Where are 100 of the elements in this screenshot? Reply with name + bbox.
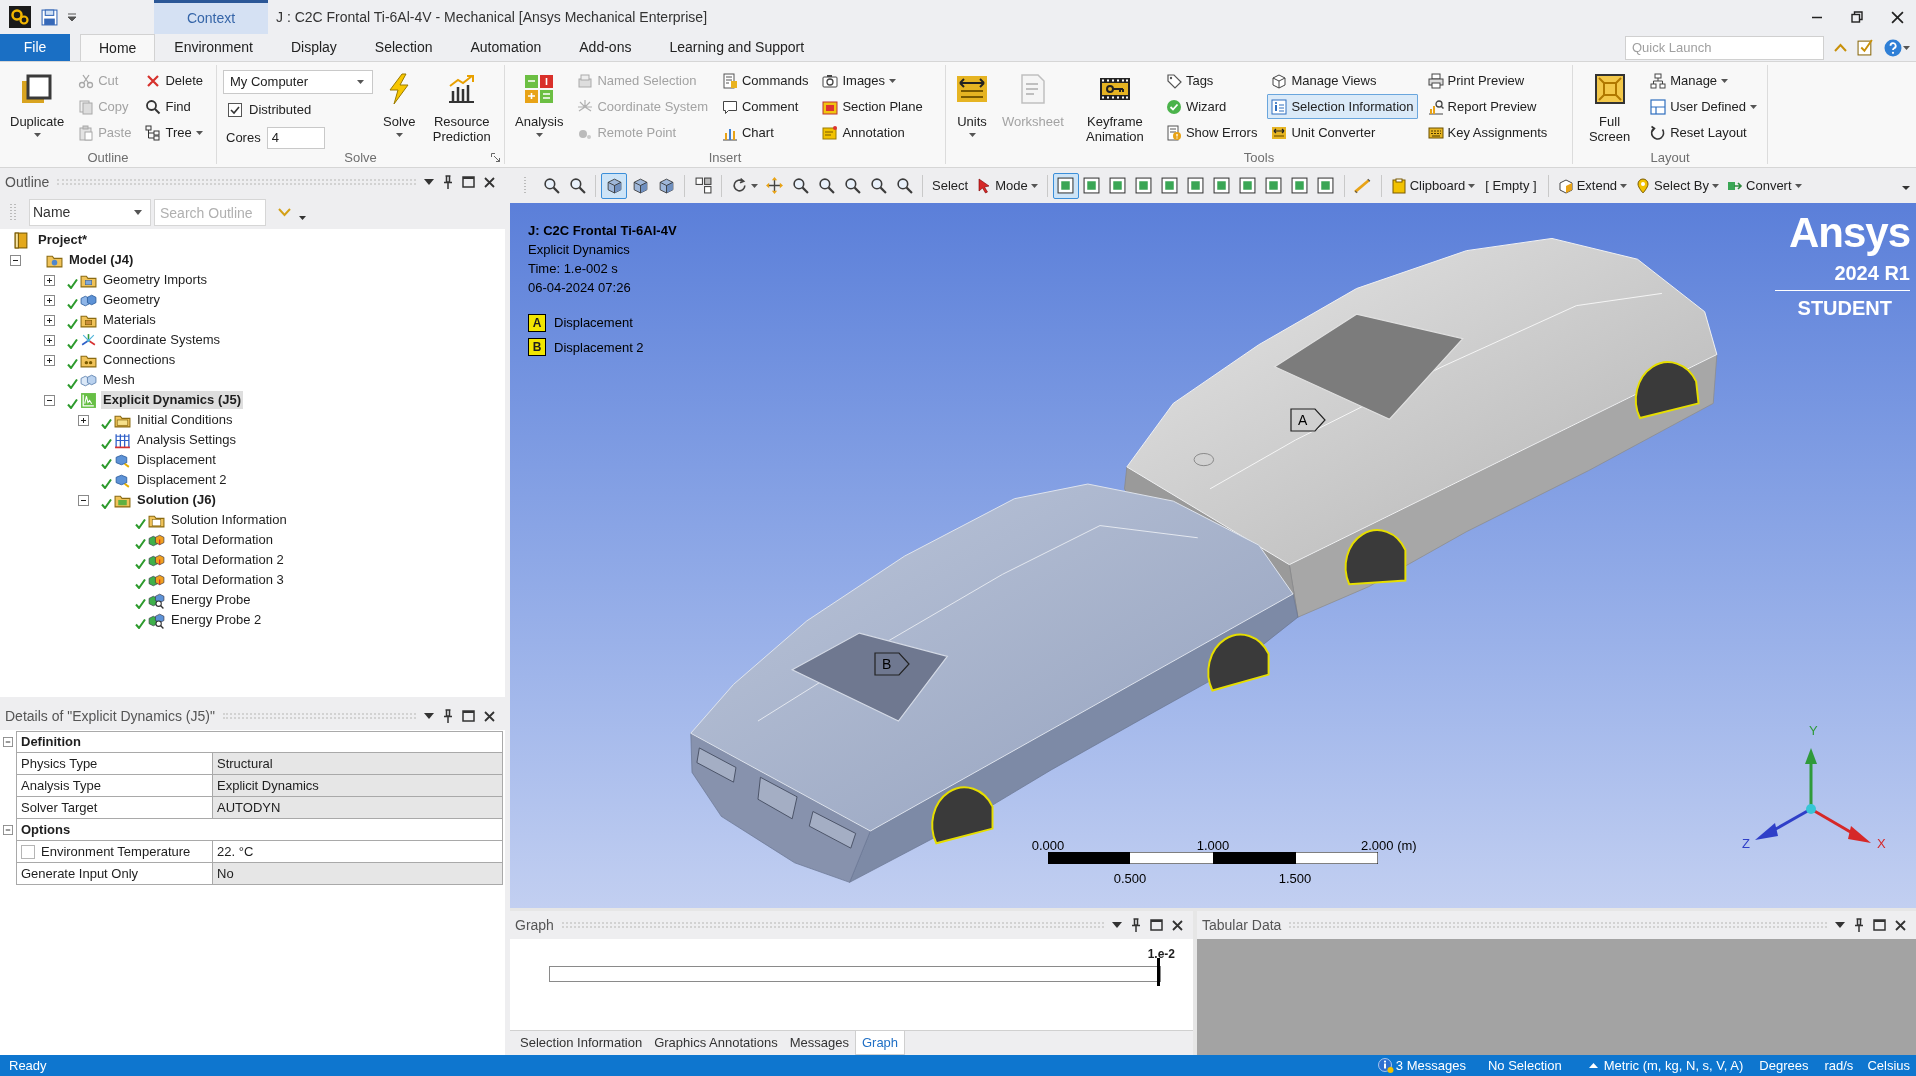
ribbon-tab[interactable]: Automation xyxy=(451,34,561,61)
maximize-icon[interactable] xyxy=(1873,919,1886,931)
panel-tab[interactable]: Messages xyxy=(783,1031,855,1055)
tree-item[interactable]: Explicit Dynamics (J5) xyxy=(101,391,243,409)
ribbon-tab[interactable]: Display xyxy=(271,34,356,61)
maximize-icon[interactable] xyxy=(462,710,475,722)
close-icon[interactable] xyxy=(484,176,495,188)
selection-filter-button[interactable] xyxy=(1052,172,1079,199)
tree-item[interactable]: Displacement xyxy=(135,451,218,469)
close-icon[interactable] xyxy=(1172,919,1183,931)
collapse-icon[interactable] xyxy=(10,254,21,266)
expand-icon[interactable] xyxy=(44,334,55,346)
tree-item[interactable]: Total Deformation 3 xyxy=(169,571,286,589)
timeline-handle[interactable] xyxy=(1157,958,1160,986)
tree-item[interactable]: Mesh xyxy=(101,371,137,389)
solver-select[interactable]: My Computer xyxy=(223,69,373,94)
unit-converter-button[interactable]: Unit Converter xyxy=(1267,120,1418,145)
ribbon-tab[interactable]: Home xyxy=(80,34,156,61)
sort-field-select[interactable]: Name xyxy=(29,199,151,226)
expand-icon[interactable] xyxy=(78,414,89,426)
tree-item[interactable]: Initial Conditions xyxy=(135,411,235,429)
cores-field[interactable]: 4 xyxy=(266,126,325,149)
tree-item[interactable]: Energy Probe 2 xyxy=(169,611,264,629)
restore-icon[interactable] xyxy=(1851,11,1863,23)
save-icon[interactable] xyxy=(41,8,58,26)
tree-item[interactable]: Energy Probe xyxy=(169,591,253,609)
report-preview-button[interactable]: Report Preview xyxy=(1423,94,1552,119)
duplicate-button[interactable]: Duplicate xyxy=(6,68,69,150)
expand-icon[interactable] xyxy=(44,314,55,326)
caret-icon[interactable] xyxy=(299,215,306,220)
tree-item[interactable]: Coordinate Systems xyxy=(101,331,223,349)
manage-button[interactable]: Manage xyxy=(1646,68,1761,93)
pin-icon[interactable] xyxy=(1131,918,1141,932)
panel-menu-icon[interactable] xyxy=(424,713,434,719)
pin-icon[interactable] xyxy=(1854,918,1864,932)
panel-tab[interactable]: Graph xyxy=(854,1031,906,1055)
tree-item[interactable]: Model (J4) xyxy=(67,251,136,269)
tree-item[interactable]: Project* xyxy=(36,231,90,249)
manage-views-button[interactable]: Manage Views xyxy=(1267,68,1418,93)
extend-menu[interactable]: Extend xyxy=(1553,172,1632,199)
tree-item[interactable]: Displacement 2 xyxy=(135,471,229,489)
commands-button[interactable]: Commands xyxy=(718,68,813,93)
messages-icon[interactable] xyxy=(1377,1057,1394,1074)
ribbon-tab[interactable]: Selection xyxy=(355,34,452,61)
chart-button[interactable]: Chart xyxy=(718,120,813,145)
tree-item[interactable]: Materials xyxy=(101,311,158,329)
collapse-icon[interactable] xyxy=(44,394,55,406)
pin-icon[interactable] xyxy=(443,709,453,723)
tags-button[interactable]: Tags xyxy=(1161,68,1262,93)
show-errors-button[interactable]: Show Errors xyxy=(1161,120,1262,145)
panel-menu-icon[interactable] xyxy=(1835,922,1845,928)
rotation-unit[interactable]: rad/s xyxy=(1824,1055,1854,1076)
close-icon[interactable] xyxy=(484,710,495,722)
view-style-button[interactable] xyxy=(601,172,627,199)
analysis-button[interactable]: Analysis xyxy=(511,68,568,150)
maximize-icon[interactable] xyxy=(462,176,475,188)
tree-item[interactable]: Connections xyxy=(101,351,178,369)
context-tab[interactable]: Context xyxy=(154,0,268,34)
panel-menu-icon[interactable] xyxy=(424,179,434,185)
checklist-icon[interactable] xyxy=(1857,39,1874,56)
tree-item[interactable]: Solution Information xyxy=(169,511,289,529)
expand-icon[interactable] xyxy=(44,274,55,286)
tree-item[interactable]: Analysis Settings xyxy=(135,431,238,449)
select-button[interactable]: Select xyxy=(928,172,973,199)
panel-tab[interactable]: Selection Information xyxy=(514,1031,649,1055)
help-icon[interactable] xyxy=(1884,38,1902,57)
tree-item[interactable]: Total Deformation xyxy=(169,531,275,549)
resource-prediction-button[interactable]: Resource Prediction xyxy=(425,68,498,150)
ribbon-tab[interactable]: Learning and Support xyxy=(650,34,824,61)
clipboard-menu[interactable]: Clipboard xyxy=(1386,172,1480,199)
solve-button[interactable]: Solve xyxy=(379,68,420,150)
mode-menu[interactable]: Mode xyxy=(972,172,1042,199)
collapse-icon[interactable] xyxy=(78,494,89,506)
convert-menu[interactable]: Convert xyxy=(1723,172,1806,199)
panel-tab[interactable]: Graphics Annotations xyxy=(648,1031,784,1055)
select-by-menu[interactable]: Select By xyxy=(1631,172,1724,199)
angle-unit[interactable]: Degrees xyxy=(1759,1055,1809,1076)
find-button[interactable]: Find xyxy=(141,94,208,119)
tree-item[interactable]: Geometry xyxy=(101,291,163,309)
full-screen-button[interactable]: Full Screen xyxy=(1579,68,1641,150)
expand-icon[interactable] xyxy=(44,294,55,306)
units-button[interactable]: Units xyxy=(952,68,992,150)
search-field[interactable]: Search Outline xyxy=(154,199,266,226)
user-defined-button[interactable]: User Defined xyxy=(1646,94,1761,119)
maximize-icon[interactable] xyxy=(1150,919,1163,931)
checkbox[interactable] xyxy=(228,102,242,117)
caret-icon[interactable] xyxy=(68,13,76,21)
dialog-launcher-button[interactable] xyxy=(491,153,500,162)
annotation-button[interactable]: Annotation xyxy=(818,120,927,145)
close-icon[interactable] xyxy=(1891,10,1904,24)
reset-layout-button[interactable]: Reset Layout xyxy=(1646,120,1761,145)
tree-button[interactable]: Tree xyxy=(141,120,208,145)
caret-up-icon[interactable] xyxy=(1588,1063,1598,1068)
ribbon-tab[interactable]: Add-ons xyxy=(560,34,651,61)
tree-item[interactable]: Geometry Imports xyxy=(101,271,210,289)
section-plane-button[interactable]: Section Plane xyxy=(818,94,927,119)
keyframe-animation-button[interactable]: Keyframe Animation xyxy=(1073,68,1156,150)
pin-icon[interactable] xyxy=(443,175,453,189)
quick-launch-field[interactable]: Quick Launch xyxy=(1625,35,1824,60)
ribbon-tab[interactable]: Environment xyxy=(155,34,272,61)
